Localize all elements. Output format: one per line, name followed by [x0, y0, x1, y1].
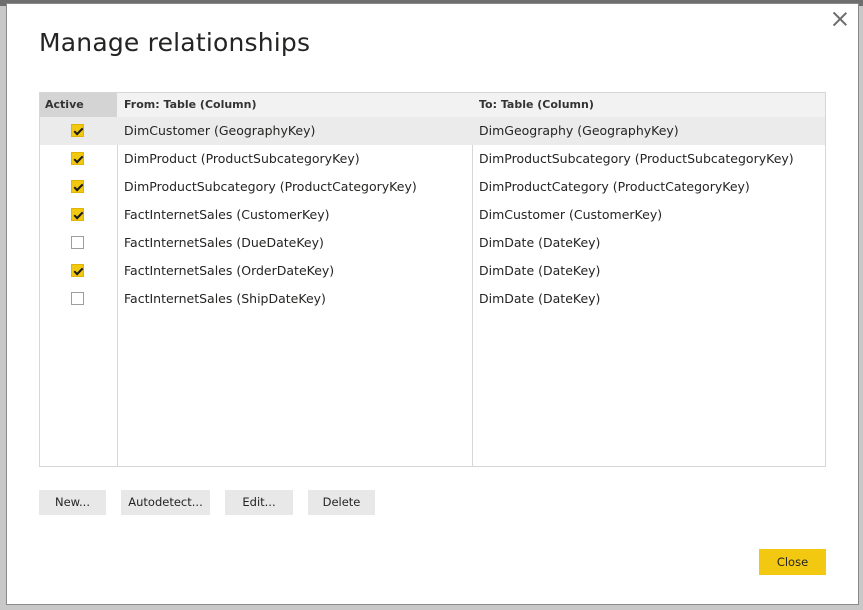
- from-cell: FactInternetSales (ShipDateKey): [124, 291, 326, 306]
- relationships-table: Active From: Table (Column) To: Table (C…: [39, 92, 826, 467]
- manage-relationships-dialog: Manage relationships Active From: Table …: [6, 3, 859, 605]
- table-row[interactable]: DimProductSubcategory (ProductCategoryKe…: [40, 173, 825, 201]
- table-row[interactable]: DimProduct (ProductSubcategoryKey) DimPro…: [40, 145, 825, 173]
- close-button[interactable]: Close: [759, 549, 826, 575]
- from-cell: FactInternetSales (OrderDateKey): [124, 263, 335, 278]
- table-row[interactable]: FactInternetSales (DueDateKey) DimDate (D…: [40, 229, 825, 257]
- to-cell: DimGeography (GeographyKey): [479, 123, 679, 138]
- edit-button[interactable]: Edit...: [225, 490, 293, 515]
- close-icon[interactable]: [832, 11, 848, 27]
- table-row[interactable]: FactInternetSales (CustomerKey) DimCustom…: [40, 201, 825, 229]
- new-button[interactable]: New...: [39, 490, 106, 515]
- to-cell: DimCustomer (CustomerKey): [479, 207, 663, 222]
- autodetect-button[interactable]: Autodetect...: [121, 490, 210, 515]
- table-row[interactable]: DimCustomer (GeographyKey) DimGeography (…: [40, 117, 825, 145]
- active-checkbox[interactable]: [71, 152, 84, 165]
- table-row[interactable]: FactInternetSales (ShipDateKey) DimDate (…: [40, 285, 825, 313]
- table-header: Active From: Table (Column) To: Table (C…: [40, 93, 825, 118]
- active-checkbox[interactable]: [71, 208, 84, 221]
- delete-button[interactable]: Delete: [308, 490, 375, 515]
- table-row[interactable]: FactInternetSales (OrderDateKey) DimDate …: [40, 257, 825, 285]
- from-cell: DimProductSubcategory (ProductCategoryKe…: [124, 179, 417, 194]
- from-cell: DimCustomer (GeographyKey): [124, 123, 316, 138]
- dialog-title: Manage relationships: [39, 28, 311, 57]
- to-cell: DimDate (DateKey): [479, 263, 601, 278]
- active-checkbox[interactable]: [71, 292, 84, 305]
- to-cell: DimProductSubcategory (ProductSubcategor…: [479, 151, 794, 166]
- to-cell: DimProductCategory (ProductCategoryKey): [479, 179, 750, 194]
- active-checkbox[interactable]: [71, 264, 84, 277]
- active-checkbox[interactable]: [71, 124, 84, 137]
- active-checkbox[interactable]: [71, 236, 84, 249]
- from-cell: DimProduct (ProductSubcategoryKey): [124, 151, 360, 166]
- header-active[interactable]: Active: [40, 93, 117, 117]
- to-cell: DimDate (DateKey): [479, 291, 601, 306]
- to-cell: DimDate (DateKey): [479, 235, 601, 250]
- active-checkbox[interactable]: [71, 180, 84, 193]
- header-from[interactable]: From: Table (Column): [124, 93, 257, 117]
- from-cell: FactInternetSales (DueDateKey): [124, 235, 324, 250]
- from-cell: FactInternetSales (CustomerKey): [124, 207, 330, 222]
- header-to[interactable]: To: Table (Column): [479, 93, 594, 117]
